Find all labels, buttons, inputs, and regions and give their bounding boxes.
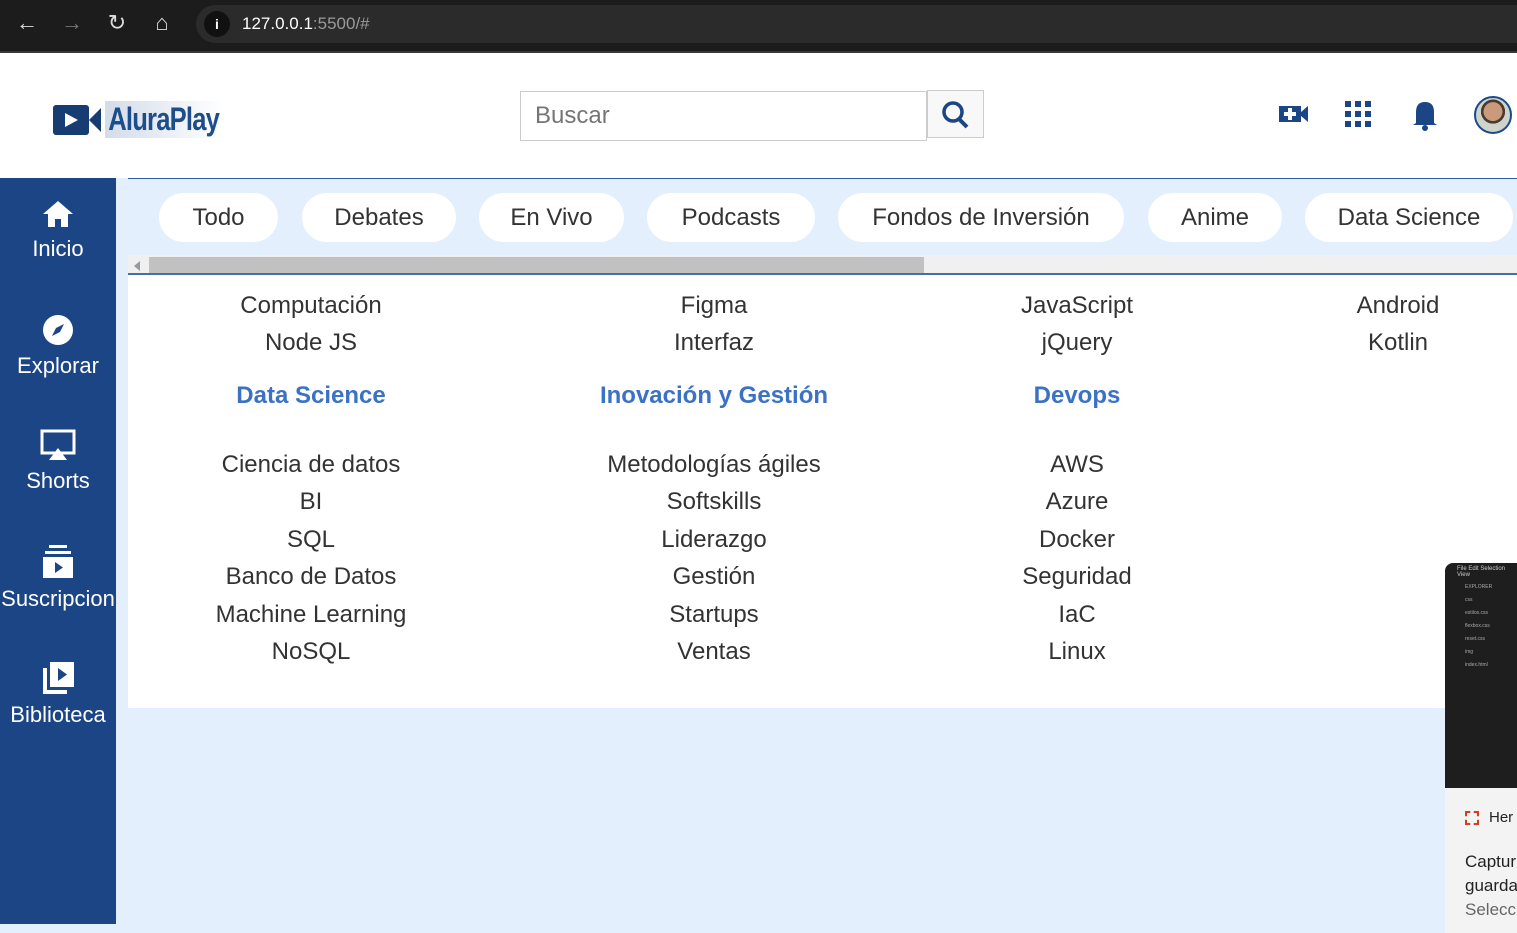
url-path: :5500/#	[312, 14, 370, 33]
menu-link[interactable]: NoSQL	[111, 638, 511, 666]
menu-link[interactable]: Metodologías ágiles	[514, 451, 914, 479]
menu-link[interactable]: SQL	[111, 526, 511, 554]
menu-link[interactable]: Ventas	[514, 638, 914, 666]
site-info-icon[interactable]: i	[204, 11, 230, 37]
snipping-tool-icon	[1465, 811, 1479, 826]
home-icon	[43, 201, 73, 227]
menu-link[interactable]: Seguridad	[877, 563, 1277, 591]
sidebar: Inicio Explorar Shorts Suscripcion Bibli…	[0, 178, 116, 924]
notification-text: Selecci	[1465, 900, 1517, 919]
menu-link[interactable]: Docker	[877, 526, 1277, 554]
file-item: index.html	[1465, 662, 1488, 668]
category-chip[interactable]: Fondos de Inversión	[838, 193, 1124, 242]
menu-link[interactable]: Kotlin	[1198, 329, 1517, 357]
notification-title: Her	[1489, 809, 1514, 826]
subscriptions-icon	[43, 545, 73, 578]
notification-body: Her Captur guarda Selecci	[1445, 788, 1517, 933]
sidebar-item-label: Biblioteca	[10, 702, 106, 727]
search-button[interactable]	[927, 90, 984, 138]
category-bar: Todo Debates En Vivo Podcasts Fondos de …	[128, 178, 1517, 275]
section-heading[interactable]: Inovación y Gestión	[514, 382, 914, 410]
file-item: css	[1465, 597, 1473, 603]
camera-icon	[53, 104, 89, 135]
menu-link[interactable]: Machine Learning	[111, 601, 511, 629]
notification-text: Captur	[1465, 852, 1517, 871]
category-chip[interactable]: Podcasts	[647, 193, 815, 242]
explorer-label: EXPLORER	[1465, 584, 1493, 590]
library-icon	[43, 662, 74, 694]
file-item: reset.css	[1465, 636, 1486, 642]
back-icon[interactable]: ←	[12, 10, 42, 36]
sidebar-item-shorts[interactable]: Shorts	[0, 428, 116, 494]
file-item: estilos.css	[1465, 610, 1489, 616]
sidebar-item-label: Suscripcion	[1, 586, 115, 611]
search-input[interactable]	[520, 91, 927, 141]
category-chip[interactable]: Anime	[1148, 193, 1282, 242]
editor-menu: File Edit Selection View	[1457, 566, 1506, 578]
scroll-left-arrow[interactable]	[134, 261, 140, 271]
avatar[interactable]	[1474, 96, 1512, 134]
menu-link[interactable]: Gestión	[514, 563, 914, 591]
menu-link[interactable]: Linux	[877, 638, 1277, 666]
section-heading[interactable]: Devops	[877, 382, 1277, 410]
search-icon	[942, 101, 969, 129]
home-icon[interactable]: ⌂	[147, 10, 177, 36]
category-chip[interactable]: Todo	[159, 193, 278, 242]
reload-icon[interactable]: ↻	[102, 10, 132, 36]
file-item: img	[1465, 649, 1474, 655]
sidebar-item-inicio[interactable]: Inicio	[0, 198, 116, 262]
menu-link[interactable]: Computación	[111, 292, 511, 320]
sidebar-item-label: Shorts	[26, 468, 90, 493]
browser-toolbar: ← → ↻ ⌂ i 127.0.0.1:5500/#	[0, 0, 1517, 53]
camera-lens	[89, 107, 101, 132]
menu-link[interactable]: IaC	[877, 601, 1277, 629]
compass-icon	[43, 315, 73, 345]
forward-icon[interactable]: →	[57, 10, 87, 36]
sidebar-item-explorar[interactable]: Explorar	[0, 313, 116, 379]
menu-link[interactable]: Android	[1198, 292, 1517, 320]
sidebar-item-label: Inicio	[32, 236, 84, 261]
address-bar[interactable]: i 127.0.0.1:5500/#	[196, 5, 1517, 43]
scrollbar-thumb[interactable]	[149, 257, 924, 273]
sidebar-item-label: Explorar	[17, 353, 99, 378]
menu-link[interactable]: BI	[111, 488, 511, 516]
menu-link[interactable]: Softskills	[514, 488, 914, 516]
site-header: AluraPlay	[0, 53, 1517, 178]
menu-link[interactable]: AWS	[877, 451, 1277, 479]
logo-text: AluraPlay	[105, 101, 223, 138]
bell-icon[interactable]	[1408, 97, 1442, 131]
category-chip[interactable]: En Vivo	[479, 193, 624, 242]
logo[interactable]: AluraPlay	[53, 101, 252, 138]
sidebar-item-biblioteca[interactable]: Biblioteca	[0, 660, 116, 728]
menu-link[interactable]: Figma	[514, 292, 914, 320]
menu-link[interactable]: Azure	[877, 488, 1277, 516]
menu-link[interactable]: Ciencia de datos	[111, 451, 511, 479]
file-item: flexbox.css	[1465, 623, 1490, 629]
sidebar-item-suscripcion[interactable]: Suscripcion	[0, 544, 116, 612]
apps-grid-icon[interactable]	[1341, 97, 1375, 131]
category-chip[interactable]: Data Science	[1305, 193, 1513, 242]
snipping-tool-notification[interactable]: File Edit Selection View EXPLORER css es…	[1445, 563, 1517, 933]
menu-link[interactable]: Liderazgo	[514, 526, 914, 554]
airplay-icon	[40, 429, 76, 460]
menu-link[interactable]: Interfaz	[514, 329, 914, 357]
url-host: 127.0.0.1	[242, 14, 313, 33]
menu-link[interactable]: Node JS	[111, 329, 511, 357]
notification-text: guarda	[1465, 876, 1517, 895]
menu-link[interactable]: Banco de Datos	[111, 563, 511, 591]
horizontal-scrollbar[interactable]	[128, 255, 1517, 275]
menu-link[interactable]: Startups	[514, 601, 914, 629]
add-video-icon[interactable]	[1277, 97, 1311, 131]
section-heading[interactable]: Data Science	[111, 382, 511, 410]
category-chip[interactable]: Debates	[302, 193, 456, 242]
dropdown-menu: Computación Node JS Data Science Ciencia…	[128, 275, 1517, 708]
